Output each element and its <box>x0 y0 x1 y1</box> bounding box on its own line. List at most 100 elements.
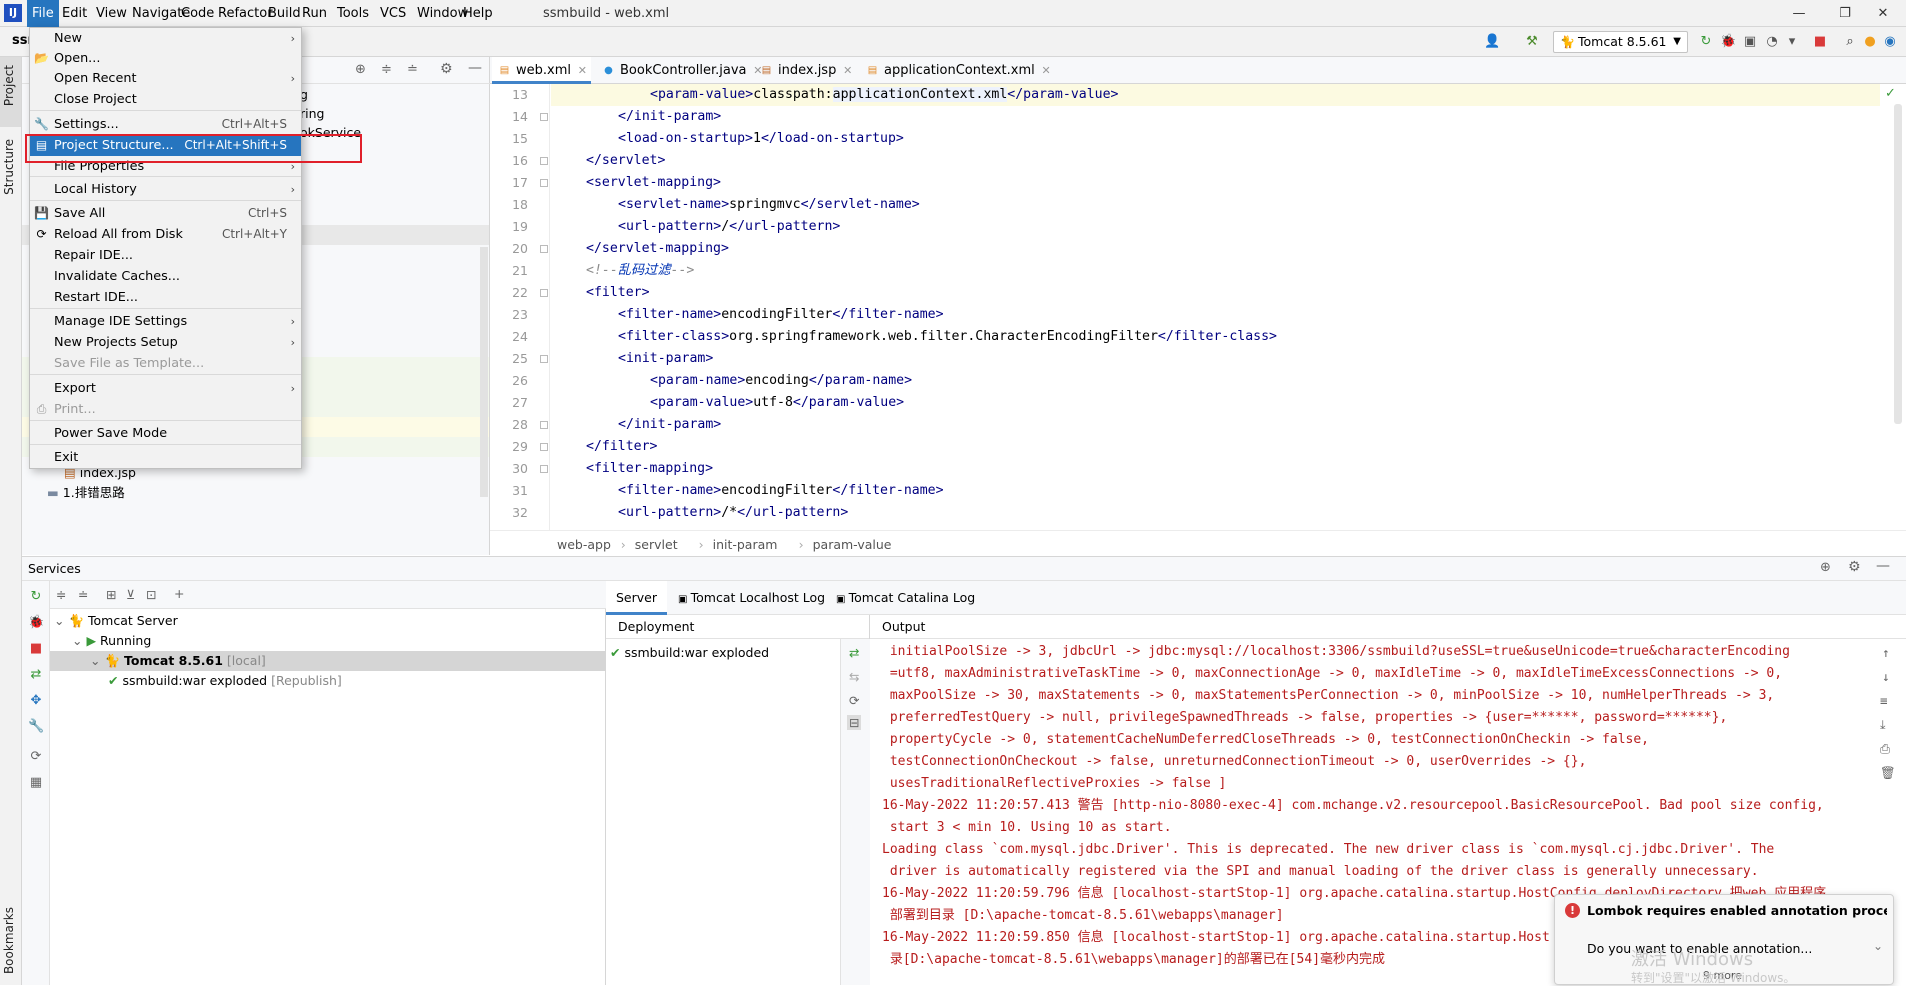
menu-help[interactable]: Help <box>458 0 498 27</box>
minimize-button[interactable]: — <box>1776 0 1822 27</box>
layout-icon[interactable]: ▦ <box>28 775 44 791</box>
code-line[interactable]: <param-name>encoding</param-name> <box>551 370 912 392</box>
menu-edit[interactable]: Edit <box>57 0 92 27</box>
chevron-down-icon[interactable]: ⌄ <box>54 613 68 628</box>
up-arrow-icon[interactable]: ↑ <box>1882 645 1890 660</box>
code-editor[interactable]: <param-value>classpath:applicationContex… <box>551 84 1881 530</box>
close-tab-icon[interactable]: ✕ <box>843 57 852 84</box>
undeploy-icon[interactable]: ⇆ <box>849 669 859 684</box>
menu-tools[interactable]: Tools <box>332 0 374 27</box>
rerun-icon[interactable]: ↻ <box>1698 34 1714 50</box>
breadcrumb-item[interactable]: init-param <box>713 531 778 558</box>
fold-marker-icon[interactable] <box>540 443 548 451</box>
file-menu-item[interactable]: Export › <box>30 378 301 399</box>
code-line[interactable]: <filter-mapping> <box>551 458 713 480</box>
refresh-icon[interactable]: ⟳ <box>28 749 44 765</box>
services-tree-item[interactable]: ⌄ ▶ Running <box>50 631 151 651</box>
print-icon[interactable]: ⎙ <box>1880 741 1890 757</box>
menu-view[interactable]: View <box>91 0 132 27</box>
server-tab[interactable]: Server <box>606 581 667 615</box>
file-menu-item[interactable]: New Projects Setup › <box>30 332 301 353</box>
stop-icon[interactable]: ■ <box>28 641 44 657</box>
wrench-icon[interactable]: 🔧 <box>28 719 44 735</box>
code-line[interactable]: <servlet-name>springmvc</servlet-name> <box>551 194 920 216</box>
more-run-icon[interactable]: ▾ <box>1784 34 1800 50</box>
file-menu-item[interactable]: Exit <box>30 447 301 468</box>
file-menu-item[interactable]: Local History › <box>30 179 301 200</box>
fold-marker-icon[interactable] <box>540 465 548 473</box>
debug-icon[interactable]: 🐞 <box>28 615 44 631</box>
code-line[interactable]: </servlet> <box>551 150 665 172</box>
breadcrumb-item[interactable]: servlet <box>635 531 678 558</box>
collapse-all-icon[interactable]: ≐ <box>407 62 418 77</box>
fold-marker-icon[interactable] <box>540 179 548 187</box>
code-line[interactable]: <filter-name>encodingFilter</filter-name… <box>551 304 944 326</box>
refresh-icon[interactable]: ⟳ <box>849 693 859 708</box>
menu-file[interactable]: File <box>27 0 59 27</box>
file-menu-item[interactable]: 🔧 Settings... Ctrl+Alt+S <box>30 114 301 135</box>
build-hammer-icon[interactable]: ⚒ <box>1524 34 1540 50</box>
code-line[interactable]: <servlet-mapping> <box>551 172 721 194</box>
editor-tab[interactable]: ● BookController.java ✕ <box>596 57 766 84</box>
code-line[interactable]: </init-param> <box>551 106 721 128</box>
run-config-selector[interactable]: 🐈 Tomcat 8.5.61 ▼ <box>1553 31 1688 53</box>
editor-scrollbar-thumb[interactable] <box>1894 104 1902 424</box>
scroll-to-end-icon[interactable]: ⤓ <box>1880 717 1886 733</box>
code-line[interactable]: <filter-name>encodingFilter</filter-name… <box>551 480 944 502</box>
file-menu-item[interactable]: Close Project <box>30 89 301 110</box>
services-tree-item[interactable]: ⌄ 🐈 Tomcat Server <box>50 611 178 631</box>
server-tab[interactable]: ▣ Tomcat Localhost Log <box>668 581 835 615</box>
editor-tab[interactable]: ▤ web.xml ✕ <box>492 57 591 84</box>
locate-icon[interactable]: ⊕ <box>1820 560 1831 575</box>
code-line[interactable]: <param-value>classpath:applicationContex… <box>551 84 1881 106</box>
new-tab-icon[interactable]: ⊡ <box>146 587 156 602</box>
expand-all-icon[interactable]: ≑ <box>381 62 392 77</box>
file-menu-item[interactable]: Invalidate Caches... <box>30 266 301 287</box>
server-tab[interactable]: ▣ Tomcat Catalina Log <box>826 581 985 615</box>
fold-marker-icon[interactable] <box>540 113 548 121</box>
code-line[interactable]: <param-value>utf-8</param-value> <box>551 392 904 414</box>
bookmarks-tool-tab[interactable]: Bookmarks <box>2 907 16 974</box>
file-menu-item[interactable]: Manage IDE Settings › <box>30 311 301 332</box>
coverage-icon[interactable]: ▣ <box>1742 34 1758 50</box>
file-menu-item[interactable]: Restart IDE... <box>30 287 301 308</box>
deploy-icon[interactable]: ⇄ <box>28 667 44 683</box>
update-icon[interactable]: ● <box>1862 34 1878 50</box>
code-line[interactable]: <url-pattern>/*</url-pattern> <box>551 502 848 524</box>
open-browser-icon[interactable]: ⊟ <box>847 715 862 730</box>
code-line[interactable]: <filter-class>org.springframework.web.fi… <box>551 326 1277 348</box>
code-line[interactable]: <load-on-startup>1</load-on-startup> <box>551 128 904 150</box>
menu-run[interactable]: Run <box>297 0 332 27</box>
filter-icon[interactable]: ⊻ <box>126 587 135 602</box>
group-icon[interactable]: ⊞ <box>106 587 116 602</box>
search-icon[interactable]: ⌕ <box>1842 34 1858 50</box>
clear-icon[interactable]: 🗑 <box>1880 765 1896 781</box>
gear-icon[interactable]: ⚙ <box>1848 559 1861 575</box>
fold-marker-icon[interactable] <box>540 289 548 297</box>
soft-wrap-icon[interactable]: ≡ <box>1880 693 1888 708</box>
locate-icon[interactable]: ⊕ <box>355 62 366 77</box>
ide-features-icon[interactable]: ◉ <box>1882 34 1898 50</box>
code-line[interactable]: </servlet-mapping> <box>551 238 729 260</box>
update-app-icon[interactable]: ✥ <box>28 693 44 709</box>
code-line[interactable]: </init-param> <box>551 414 721 436</box>
file-menu-item[interactable]: 💾 Save All Ctrl+S <box>30 203 301 224</box>
add-icon[interactable]: + <box>174 586 184 601</box>
debug-icon[interactable]: 🐞 <box>1720 34 1736 50</box>
expand-all-icon[interactable]: ≑ <box>56 587 66 602</box>
code-line[interactable]: <url-pattern>/</url-pattern> <box>551 216 840 238</box>
file-menu-item[interactable]: Power Save Mode <box>30 423 301 444</box>
file-menu-item[interactable]: 📂 Open... <box>30 48 301 69</box>
services-tree-item[interactable]: ⌄ 🐈 Tomcat 8.5.61 [local] <box>50 651 606 671</box>
fold-marker-icon[interactable] <box>540 421 548 429</box>
file-menu-item[interactable]: New › <box>30 28 301 49</box>
lombok-notification[interactable]: ! Lombok requires enabled annotation pro… <box>1554 894 1894 985</box>
breadcrumb-item[interactable]: param-value <box>813 531 892 558</box>
file-menu-item[interactable]: Repair IDE... <box>30 245 301 266</box>
collapse-all-icon[interactable]: ≐ <box>78 587 88 602</box>
services-tree-item[interactable]: ✔ ssmbuild:war exploded [Republish] <box>50 671 342 691</box>
close-tab-icon[interactable]: ✕ <box>578 57 587 84</box>
fold-marker-icon[interactable] <box>540 355 548 363</box>
file-menu-item[interactable]: Open Recent › <box>30 68 301 89</box>
inspection-ok-icon[interactable]: ✓ <box>1885 86 1896 101</box>
